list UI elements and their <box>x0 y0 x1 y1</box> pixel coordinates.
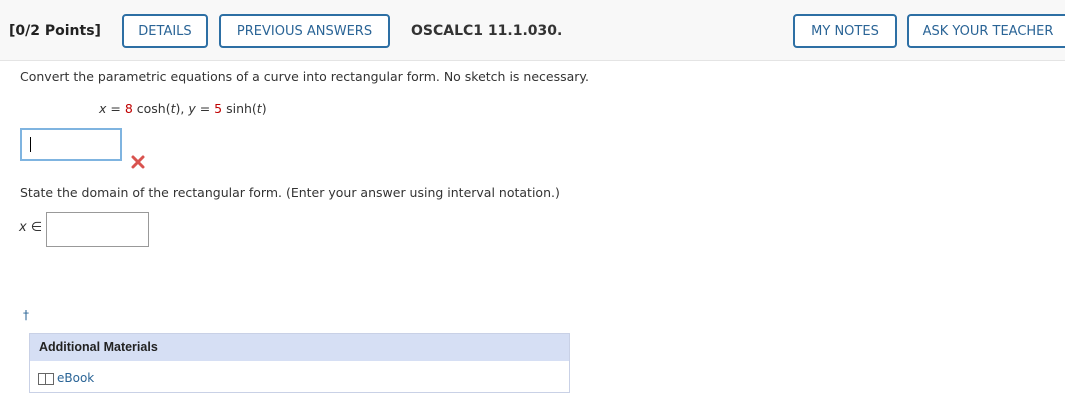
domain-label: x ∈ <box>19 220 42 235</box>
cosh-function: cosh( <box>132 101 171 116</box>
incorrect-x-icon <box>131 155 145 169</box>
domain-input[interactable] <box>46 212 149 247</box>
points-label: [0/2 Points] <box>9 23 101 39</box>
rectangular-form-input[interactable] <box>20 128 122 161</box>
my-notes-button[interactable]: MY NOTES <box>793 14 897 48</box>
additional-materials-panel: Additional Materials eBook <box>29 333 570 393</box>
details-button[interactable]: DETAILS <box>122 14 208 48</box>
y-variable: y <box>188 101 196 116</box>
question-header: [0/2 Points] DETAILS PREVIOUS ANSWERS OS… <box>0 0 1065 61</box>
parametric-equation: x = 8 cosh(t), y = 5 sinh(t) <box>99 101 267 116</box>
additional-materials-heading: Additional Materials <box>30 334 569 361</box>
domain-variable: x <box>19 220 27 235</box>
equals-sign: = <box>195 101 215 116</box>
text-cursor <box>30 137 31 152</box>
question-id: OSCALC1 11.1.030. <box>411 23 563 39</box>
ask-teacher-button[interactable]: ASK YOUR TEACHER <box>907 14 1065 48</box>
close-paren: ), <box>175 101 189 116</box>
element-of-symbol: ∈ <box>26 220 43 235</box>
sinh-function: sinh( <box>222 101 257 116</box>
close-paren: ) <box>261 101 267 116</box>
previous-answers-button[interactable]: PREVIOUS ANSWERS <box>219 14 390 48</box>
footnote-marker: † <box>23 308 29 322</box>
question-prompt: Convert the parametric equations of a cu… <box>20 69 590 84</box>
x-coefficient: 8 <box>124 101 133 116</box>
domain-prompt: State the domain of the rectangular form… <box>20 185 560 200</box>
equals-sign: = <box>106 101 125 116</box>
y-coefficient: 5 <box>214 101 223 116</box>
